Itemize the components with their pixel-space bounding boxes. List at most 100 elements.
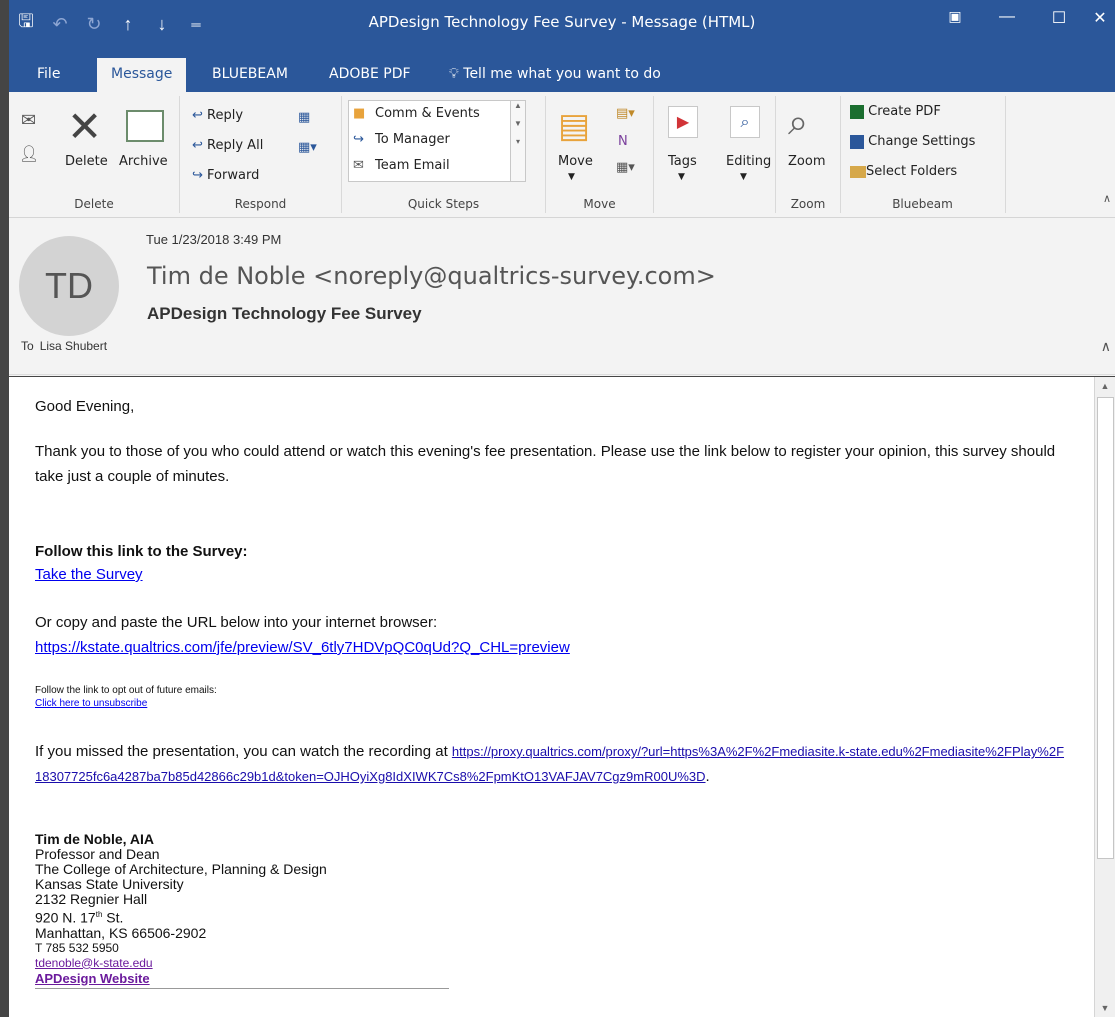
signature-divider [35,987,449,989]
to-manager-icon: ↪ [353,132,364,147]
more-respond-icon[interactable]: ▦▾ [298,140,317,155]
sender[interactable]: Tim de Noble <noreply@qualtrics-survey.c… [147,262,716,290]
copy-text: Or copy and paste the URL below into you… [35,614,438,631]
forward-button[interactable]: ↪ Forward [192,168,259,183]
signature-university: Kansas State University [35,876,184,892]
move-group-label: Move [583,197,616,211]
quick-steps-group: ■ Comm & Events ↪ To Manager ✉ Team Email ▲… [342,96,546,213]
survey-url-link[interactable]: https://kstate.qualtrics.com/jfe/preview… [35,639,570,656]
delete-button[interactable]: Delete [65,154,108,169]
reply-all-label: Reply All [207,138,264,153]
reply-all-icon: ↩ [192,138,203,153]
junk-icon[interactable]: 👤︎ [19,144,39,163]
onenote-icon[interactable]: N [618,134,628,149]
scroll-down-icon[interactable]: ▼ [1095,1003,1115,1013]
tab-message[interactable]: Message [97,58,187,92]
scroll-up-icon[interactable]: ▲ [1095,381,1115,391]
quick-step-item[interactable]: ↪ To Manager [349,127,525,153]
move-group: ▤ Move ▼ ▤▾ N ▦▾ Move [546,96,654,213]
rules-icon[interactable]: ▤▾ [616,106,635,121]
message-header: TD Tue 1/23/2018 3:49 PM Tim de Noble <n… [9,218,1115,376]
bluebeam-group: Create PDF Change Settings Select Folder… [840,96,1006,213]
tab-file[interactable]: File [37,58,60,92]
greeting: Good Evening, [35,398,135,415]
minimize-button[interactable]: — [981,8,1033,28]
archive-icon[interactable] [126,110,164,142]
signature-name: Tim de Noble, AIA [35,831,155,847]
body-scrollbar[interactable]: ▲ ▼ [1094,377,1115,1017]
create-pdf-icon [850,104,864,119]
signature-phone: T 785 532 5950 [35,940,119,955]
search-icon[interactable]: ⌕ [730,106,760,138]
zoom-group-label: Zoom [790,197,826,211]
respond-group-label: Respond [234,197,287,211]
ribbon-display-options-icon[interactable]: ▣ [929,8,981,28]
collapse-header-icon[interactable]: ∧ [1101,338,1111,355]
editing-button[interactable]: Editing [726,154,771,169]
meeting-icon[interactable]: ▦ [298,110,310,125]
unsubscribe-link[interactable]: Click here to unsubscribe [35,698,147,709]
missed-paragraph: If you missed the presentation, you can … [35,739,1065,789]
zoom-button[interactable]: Zoom [788,154,825,169]
change-settings-button[interactable]: Change Settings [850,134,975,149]
email-link[interactable]: tdenoble@k-state.edu [35,956,153,970]
delete-group: ✉ 👤︎ ✕ Delete Archive Delete [9,96,180,213]
avatar: TD [19,236,119,336]
change-settings-label: Change Settings [868,134,976,149]
editing-dropdown-icon[interactable]: ▼ [740,172,747,182]
actions-icon[interactable]: ▦▾ [616,160,635,175]
quick-steps-scroll[interactable]: ▲ ▼ ▾ [510,101,525,181]
subject: APDesign Technology Fee Survey [147,304,422,323]
ignore-icon[interactable]: ✉ [21,110,36,131]
tab-bluebeam[interactable]: BLUEBEAM [212,58,288,92]
create-pdf-button[interactable]: Create PDF [850,104,941,119]
survey-link[interactable]: Take the Survey [35,566,143,583]
delete-icon[interactable]: ✕ [67,102,102,151]
quick-step-item[interactable]: ✉ Team Email [349,153,525,179]
title-bar: 🖫 ↶ ↻ ↑ ↓ ═ APDesign Technology Fee Surv… [9,0,1115,58]
collapse-ribbon-icon[interactable]: ∧ [1103,192,1111,205]
archive-button[interactable]: Archive [119,154,168,169]
tell-me-box[interactable]: 💡︎ Tell me what you want to do [449,58,661,90]
intro-paragraph: Thank you to those of you who could atte… [35,443,1056,485]
move-dropdown-icon[interactable]: ▼ [568,172,575,182]
tags-editing-group: ▶ Tags ▼ ⌕ Editing ▼ [654,96,774,213]
signature-street: 920 N. 17th St. [35,907,449,926]
quick-steps-gallery: ■ Comm & Events ↪ To Manager ✉ Team Email ▲… [348,100,526,182]
reply-all-button[interactable]: ↩ Reply All [192,138,263,153]
signature-office: 2132 Regnier Hall [35,891,148,907]
quick-step-label: Comm & Events [375,106,480,121]
signature-city: Manhattan, KS 66506-2902 [35,924,207,941]
signature-title: Professor and Dean [35,846,160,862]
select-folders-button[interactable]: Select Folders [850,164,957,179]
signature-college: The College of Architecture, Planning & … [35,861,327,877]
tags-icon[interactable]: ▶ [668,106,698,138]
maximize-button[interactable]: ☐ [1033,8,1085,28]
follow-heading: Follow this link to the Survey: [35,543,248,560]
scroll-thumb[interactable] [1097,397,1114,859]
optout-text: Follow the link to opt out of future ema… [35,685,217,696]
recipient-name[interactable]: Lisa Shubert [40,339,107,353]
outlook-window: 🖫 ↶ ↻ ↑ ↓ ═ APDesign Technology Fee Surv… [0,0,1115,1017]
window-inner: 🖫 ↶ ↻ ↑ ↓ ═ APDesign Technology Fee Surv… [9,0,1115,1017]
message-body: Good Evening, Thank you to those of you … [9,377,1115,1017]
reply-button[interactable]: ↩ Reply [192,108,243,123]
close-button[interactable]: ✕ [1085,8,1115,28]
tags-button[interactable]: Tags [668,154,697,169]
website-link[interactable]: APDesign Website [35,971,150,986]
street-end: St. [102,909,124,926]
ribbon: ✉ 👤︎ ✕ Delete Archive Delete ↩ Reply ↩ R… [9,92,1115,218]
quick-step-item[interactable]: ■ Comm & Events [349,101,525,127]
street-number: 920 N. 17 [35,909,96,926]
reply-icon: ↩ [192,108,203,123]
ribbon-tabs: File Message BLUEBEAM ADOBE PDF 💡︎ Tell … [9,58,1115,92]
tags-dropdown-icon[interactable]: ▼ [678,172,685,182]
move-button[interactable]: Move [558,154,593,169]
header-divider [9,374,1115,375]
zoom-icon[interactable]: ⌕ [788,102,808,144]
forward-icon: ↪ [192,168,203,183]
reply-label: Reply [207,108,244,123]
missed-text: If you missed the presentation, you can … [35,743,452,760]
tab-adobe-pdf[interactable]: ADOBE PDF [329,58,411,92]
move-folder-icon[interactable]: ▤ [558,106,590,146]
